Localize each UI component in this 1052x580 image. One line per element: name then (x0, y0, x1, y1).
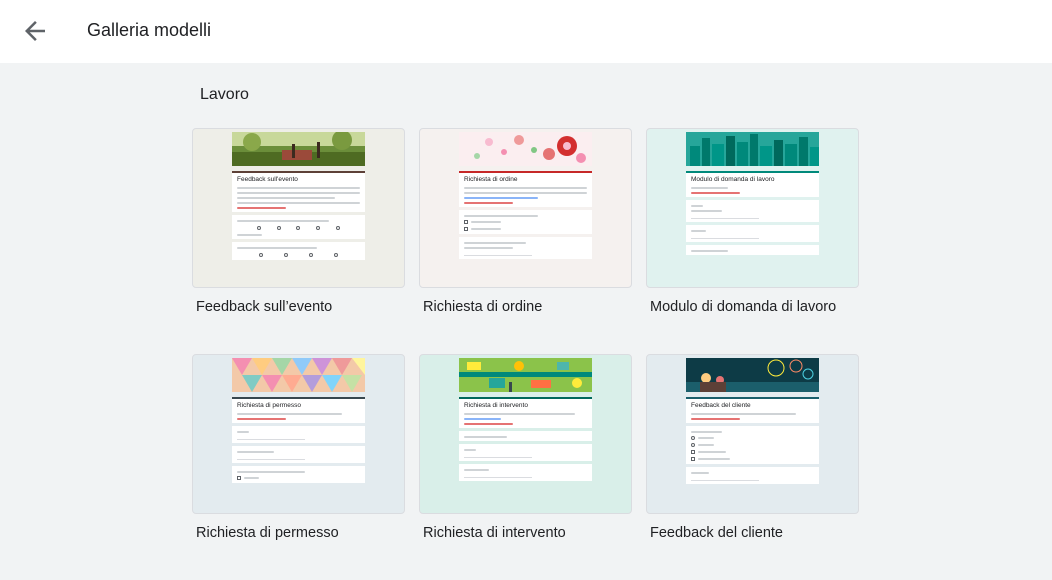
floral-illustration-banner (459, 132, 592, 166)
section-title: Lavoro (200, 86, 249, 103)
form-question-card (459, 210, 592, 234)
color-mosaic-banner (232, 358, 365, 392)
template-label[interactable]: Richiesta di permesso (196, 525, 339, 541)
template-card-job-application[interactable]: Modulo di domanda di lavoro (646, 128, 859, 288)
form-title-card: Feedback del cliente (686, 399, 819, 423)
form-preview: Richiesta di permesso (232, 358, 365, 513)
form-section-card (459, 431, 592, 441)
form-title-card: Feedback sull'evento (232, 173, 365, 212)
form-question-card (686, 467, 819, 484)
template-label[interactable]: Richiesta di ordine (423, 299, 542, 315)
form-question-card (232, 466, 365, 483)
form-question-card (686, 426, 819, 464)
form-preview: Richiesta di ordine (459, 132, 592, 287)
page-title: Galleria modelli (87, 20, 212, 40)
template-card-work-request[interactable]: Richiesta di intervento (419, 354, 632, 514)
form-title: Feedback del cliente (691, 402, 751, 409)
arrow-back-icon (25, 21, 45, 41)
form-question-card (232, 215, 365, 239)
form-question-card (686, 225, 819, 242)
form-title-card: Richiesta di ordine (459, 173, 592, 207)
back-button[interactable] (20, 16, 50, 46)
template-label[interactable]: Modulo di domanda di lavoro (650, 299, 836, 315)
city-skyline-banner (686, 132, 819, 166)
form-title: Richiesta di ordine (464, 176, 518, 183)
form-title: Feedback sull'evento (237, 176, 298, 183)
template-card-leave-request[interactable]: Richiesta di permesso (192, 354, 405, 514)
form-title-card: Modulo di domanda di lavoro (686, 173, 819, 197)
form-title: Richiesta di permesso (237, 402, 301, 409)
form-title-card: Richiesta di intervento (459, 399, 592, 428)
template-label[interactable]: Feedback del cliente (650, 525, 783, 541)
form-title: Modulo di domanda di lavoro (691, 176, 775, 183)
form-question-card (686, 200, 819, 222)
form-question-card (232, 446, 365, 463)
template-label[interactable]: Richiesta di intervento (423, 525, 566, 541)
form-preview: Feedback sull'evento (232, 130, 365, 287)
form-question-card (459, 464, 592, 481)
form-question-card (459, 444, 592, 461)
form-question-card (232, 242, 365, 260)
form-preview: Richiesta di intervento (459, 358, 592, 513)
park-photo-banner (232, 130, 365, 166)
form-question-card (686, 245, 819, 255)
form-question-card (459, 237, 592, 259)
form-title: Richiesta di intervento (464, 402, 528, 409)
fireworks-illustration-banner (686, 358, 819, 392)
template-card-event-feedback[interactable]: Feedback sull'evento (192, 128, 405, 288)
template-card-order-request[interactable]: Richiesta di ordine (419, 128, 632, 288)
form-question-card (232, 426, 365, 443)
form-preview: Feedback del cliente (686, 358, 819, 513)
form-title-card: Richiesta di permesso (232, 399, 365, 423)
template-card-customer-feedback[interactable]: Feedback del cliente (646, 354, 859, 514)
top-app-bar: Galleria modelli (0, 0, 1052, 63)
template-label[interactable]: Feedback sull’evento (196, 299, 332, 315)
tools-illustration-banner (459, 358, 592, 392)
form-preview: Modulo di domanda di lavoro (686, 132, 819, 287)
